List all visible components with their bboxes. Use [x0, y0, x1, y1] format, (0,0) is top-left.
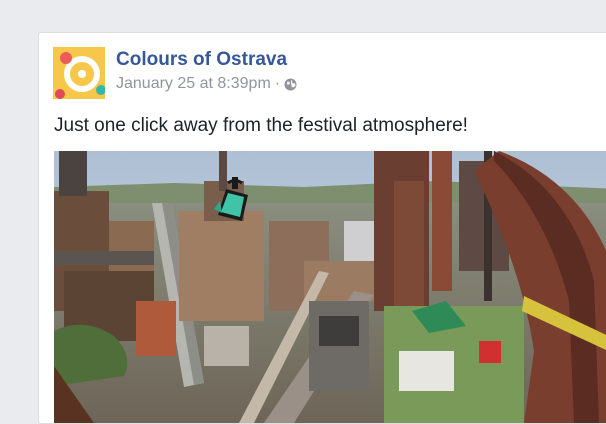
- page-name-link[interactable]: Colours of Ostrava: [116, 49, 287, 71]
- post-timestamp[interactable]: January 25 at 8:39pm: [116, 75, 271, 93]
- post-photo[interactable]: [54, 151, 606, 423]
- paint-bucket-icon: [214, 177, 248, 221]
- page-avatar[interactable]: [53, 47, 105, 99]
- post-meta: January 25 at 8:39pm ·: [116, 75, 297, 93]
- colours-logo: [53, 47, 105, 99]
- festival-site-photo: [54, 151, 606, 423]
- meta-separator: ·: [274, 75, 281, 92]
- post-text: Just one click away from the festival at…: [54, 115, 468, 136]
- post-card: Colours of Ostrava January 25 at 8:39pm …: [38, 32, 606, 424]
- globe-icon[interactable]: [284, 78, 297, 91]
